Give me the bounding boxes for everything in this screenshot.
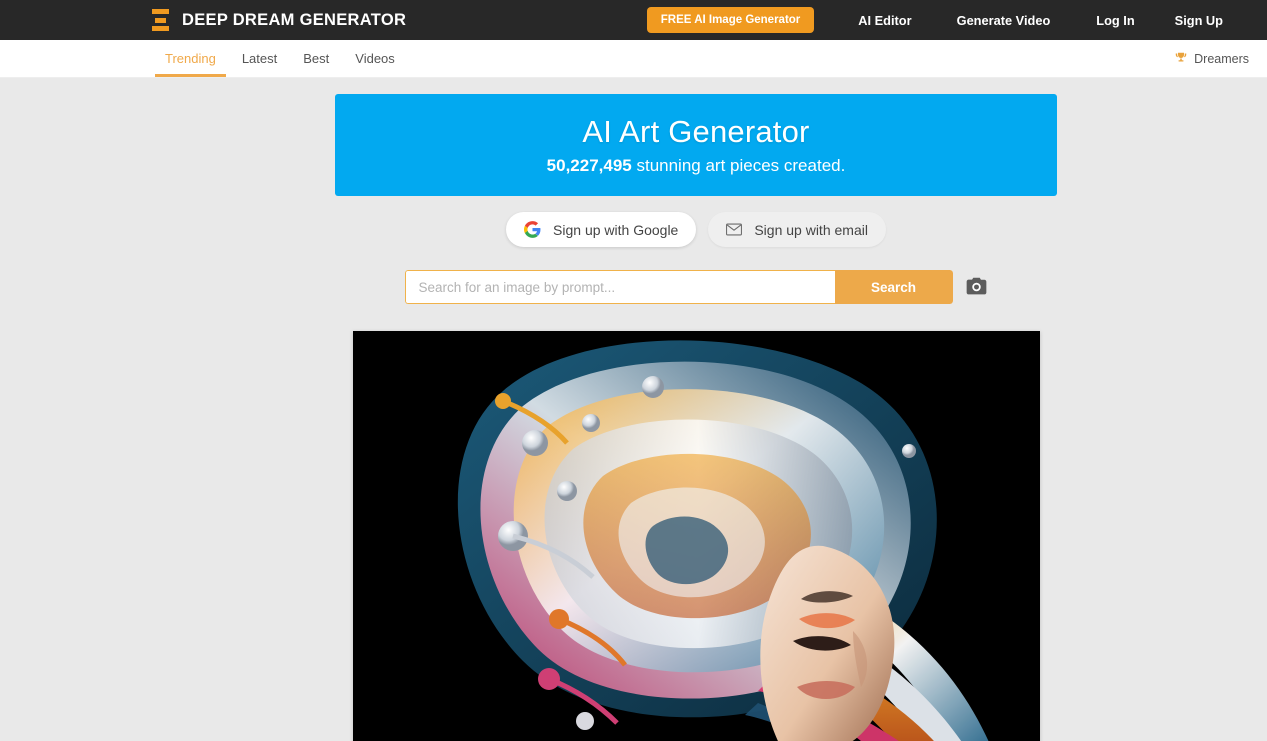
sign-up-with-google-label: Sign up with Google xyxy=(553,221,679,238)
search-input[interactable] xyxy=(404,270,835,304)
hero-subtitle: 50,227,495 stunning art pieces created. xyxy=(547,156,846,176)
stacked-bars-logo-icon xyxy=(152,9,169,31)
tab-trending-label: Trending xyxy=(165,51,216,66)
dreamers-link[interactable]: Dreamers xyxy=(1175,40,1249,77)
tab-best-label: Best xyxy=(303,51,330,66)
tab-latest-label: Latest xyxy=(241,51,278,66)
page-title: AI Art Generator xyxy=(582,114,810,149)
nav-link-sign-up[interactable]: Sign Up xyxy=(1175,13,1223,28)
hero-banner: AI Art Generator 50,227,495 stunning art… xyxy=(335,94,1057,196)
top-navigation: FREE AI Image Generator AI Editor Genera… xyxy=(646,0,1267,40)
search-row: Search xyxy=(335,270,1057,304)
content-column: AI Art Generator 50,227,495 stunning art… xyxy=(155,78,1267,741)
search-box: Search xyxy=(404,270,953,304)
sign-up-with-email-label: Sign up with email xyxy=(754,221,868,238)
signup-buttons-row: Sign up with Google Sign up with email xyxy=(335,212,1057,247)
brand-name: DEEP DREAM GENERATOR xyxy=(182,10,407,29)
tab-videos[interactable]: Videos xyxy=(342,40,408,77)
art-pieces-count: 50,227,495 xyxy=(546,156,632,175)
nav-link-ai-editor[interactable]: AI Editor xyxy=(858,13,911,28)
camera-icon xyxy=(966,277,987,298)
camera-search-button[interactable] xyxy=(966,276,988,298)
envelope-icon xyxy=(726,223,743,236)
secondary-navigation-bar: Trending Latest Best Videos Dreamers xyxy=(0,40,1267,78)
tab-latest[interactable]: Latest xyxy=(229,40,290,77)
dreamers-label: Dreamers xyxy=(1194,51,1249,66)
featured-artwork-card[interactable] xyxy=(353,331,1040,741)
search-button[interactable]: Search xyxy=(834,270,953,304)
hero-subtitle-rest: stunning art pieces created. xyxy=(631,156,846,175)
subnav-tabs: Trending Latest Best Videos xyxy=(152,40,408,77)
tab-trending[interactable]: Trending xyxy=(152,40,229,77)
google-g-icon xyxy=(524,221,541,238)
sign-up-with-email-button[interactable]: Sign up with email xyxy=(708,212,886,247)
tab-videos-label: Videos xyxy=(355,51,395,66)
free-ai-image-generator-button[interactable]: FREE AI Image Generator xyxy=(646,7,815,33)
top-header-bar: DEEP DREAM GENERATOR FREE AI Image Gener… xyxy=(0,0,1267,40)
page-body: AI Art Generator 50,227,495 stunning art… xyxy=(0,78,1267,741)
featured-artwork-image xyxy=(353,331,1040,741)
nav-link-log-in[interactable]: Log In xyxy=(1096,13,1134,28)
tab-best[interactable]: Best xyxy=(290,40,342,77)
nav-link-generate-video[interactable]: Generate Video xyxy=(957,13,1051,28)
trophy-icon xyxy=(1175,52,1187,66)
brand-logo[interactable]: DEEP DREAM GENERATOR xyxy=(152,9,406,31)
sign-up-with-google-button[interactable]: Sign up with Google xyxy=(506,212,697,247)
